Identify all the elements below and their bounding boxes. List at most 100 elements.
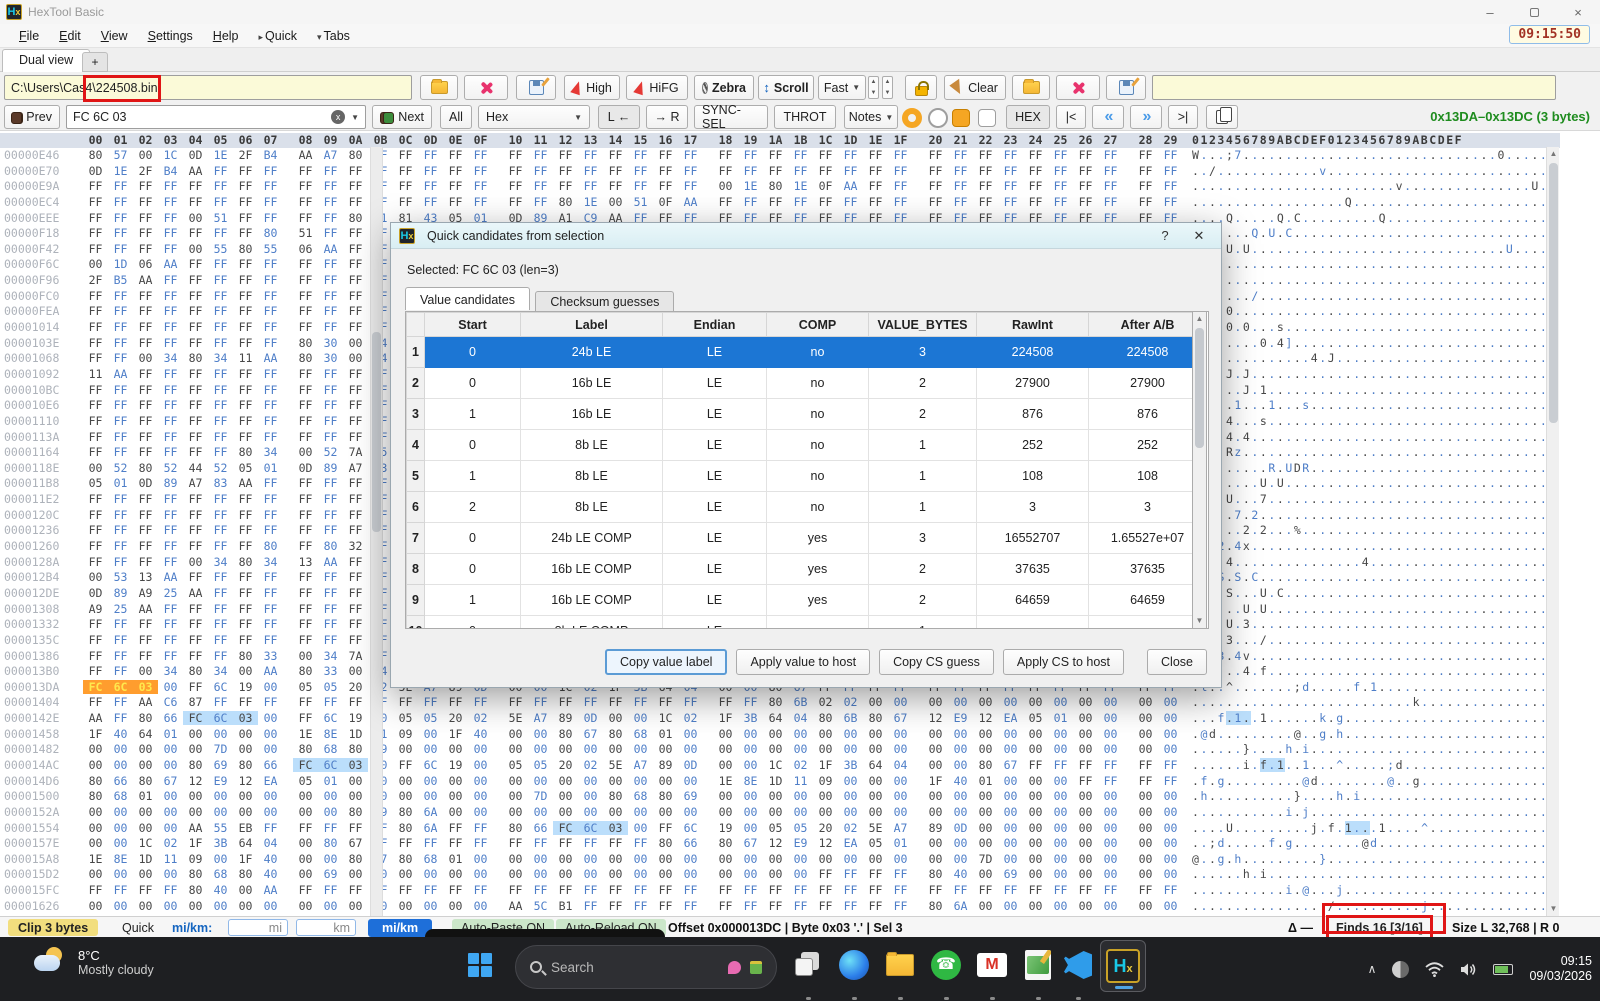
hex-row[interactable]: 0000152A000000000000000000008069806A0000… [0,805,1560,821]
taskbar-search[interactable]: Search [515,945,777,989]
hex-row[interactable]: 00000E468057001C0D1E2FB4AAA780FFFFFFFFFF… [0,148,1560,164]
mi-input[interactable]: mi [228,919,288,936]
chevron-down-icon[interactable]: ▼ [351,113,359,122]
dialog-scrollbar[interactable]: ▲ ▼ [1192,311,1207,629]
menu-view[interactable]: View [92,27,137,45]
candidate-row[interactable]: 518b LELEno1108108 [407,461,1207,492]
hex-row[interactable]: 000015A81E8E1D1109001F400000806780680100… [0,852,1560,868]
file-path-input[interactable]: C:\Users\Cas4\224508.bin [4,75,412,100]
hex-row[interactable]: 0000155400000000AA55EBFFFFFFFFFF806AFFFF… [0,821,1560,837]
hex-row[interactable]: 0000150080680100000000000000000000000000… [0,789,1560,805]
menu-file[interactable]: File [10,27,48,45]
candidate-row[interactable]: 8016b LE COMPLEyes23763537635 [407,554,1207,585]
find-prev-button[interactable]: Prev [4,105,60,129]
hex-row[interactable]: 000014581F406401000000001E8E1D1109001F40… [0,727,1560,743]
hex-row[interactable]: 0000142EAAFF8066FC6C0300FF6C190005052002… [0,711,1560,727]
edge-button[interactable] [836,947,872,983]
scrollbar-thumb[interactable] [1195,328,1204,448]
copy-cs-guess-button[interactable]: Copy CS guess [879,649,994,675]
candidate-row[interactable]: 9116b LE COMPLEyes26465964659 [407,585,1207,616]
notes-dropdown[interactable]: Notes▼ [844,105,898,129]
white-square-toggle[interactable] [978,109,996,127]
menu-settings[interactable]: Settings [139,27,202,45]
high-button[interactable]: High [564,75,620,100]
orange-square-toggle[interactable] [952,109,970,127]
save-file-2-button[interactable] [1106,75,1146,100]
scrollbar-thumb[interactable] [372,332,381,532]
search-input[interactable]: FC 6C 03 x ▼ [66,105,366,129]
task-view-button[interactable] [790,947,826,983]
orange-ring-indicator[interactable] [902,108,922,128]
apply-cs-to-host-button[interactable]: Apply CS to host [1003,649,1124,675]
maximize-button[interactable] [1512,0,1556,24]
spinner-b[interactable]: ▲▼ [882,76,893,99]
go-first-button[interactable]: |< [1056,105,1086,129]
volume-icon[interactable] [1460,962,1477,977]
candidates-table[interactable]: StartLabelEndianCOMPVALUE_BYTESRawIntAft… [405,311,1209,629]
hex-row[interactable]: 00001404FFFFAAC687FFFFFFFFFFFFFFFFFFFFFF… [0,695,1560,711]
hex-left-scrollbar[interactable] [370,147,383,916]
find-next-button[interactable]: Next [372,105,432,129]
tab-checksum-guesses[interactable]: Checksum guesses [535,291,674,312]
open-file-2-button[interactable] [1012,75,1050,100]
tray-expand-icon[interactable]: ∧ [1368,962,1377,976]
tab-add-button[interactable]: + [82,52,108,72]
copy-right-button[interactable]: → R [646,105,688,129]
save-file-button[interactable] [516,75,556,100]
hextool-taskbar-button[interactable]: Hx [1100,940,1146,992]
gmail-button[interactable]: M [974,947,1010,983]
mode-dropdown[interactable]: Hex▼ [478,105,590,129]
close-file-button[interactable] [464,75,508,100]
scrollbar-thumb[interactable] [1549,163,1558,423]
candidate-row[interactable]: 3116b LELEno2876876 [407,399,1207,430]
candidate-row[interactable]: 408b LELEno1252252 [407,430,1207,461]
clear-search-icon[interactable]: x [331,110,345,124]
spinner-a[interactable]: ▲▼ [868,76,879,99]
hex-mode-button[interactable]: HEX [1006,105,1050,129]
go-last-button[interactable]: >| [1168,105,1198,129]
scroll-up-icon[interactable]: ▲ [1547,147,1560,161]
battery-icon[interactable] [1493,964,1513,975]
hex-right-scrollbar[interactable]: ▲ ▼ [1546,147,1559,916]
hex-row[interactable]: 000015FCFFFFFFFF804000AAFFFFFFFFFFFFFFFF… [0,883,1560,899]
hex-row[interactable]: 00000E700D1E2FB4AAFFFFFFFFFFFFFFFFFFFFFF… [0,164,1560,180]
copy-value-label-button[interactable]: Copy value label [605,649,727,675]
start-button[interactable] [462,947,498,983]
zebra-button[interactable]: Zebra [694,75,754,100]
open-file-button[interactable] [420,75,458,100]
unit-toggle-button[interactable]: mi/km [368,919,432,937]
dialog-close-button[interactable]: ✕ [1185,228,1213,244]
candidate-row[interactable]: 628b LELEno133 [407,492,1207,523]
close-dialog-button[interactable]: Close [1147,649,1207,675]
menu-quick[interactable]: ▸Quick [250,27,306,45]
hex-row[interactable]: 0000148200000000007D00008068806900000000… [0,742,1560,758]
throt-button[interactable]: THROT [774,105,836,129]
tab-dual-view[interactable]: Dual view [2,49,90,72]
aux-path-input[interactable] [1152,75,1556,100]
minimize-button[interactable]: – [1468,0,1512,24]
lock-button[interactable] [905,75,937,100]
notes-app-button[interactable] [1020,947,1056,983]
hifg-button[interactable]: HiFG [626,75,688,100]
theme-icon[interactable] [1392,961,1409,978]
white-ring-indicator[interactable] [928,108,948,128]
close-file-2-button[interactable] [1056,75,1100,100]
weather-widget[interactable]: 8°C Mostly cloudy [34,947,154,977]
scroll-down-icon[interactable]: ▼ [1193,614,1206,628]
hex-row[interactable]: 000014D68066806712E912EA0501000000000000… [0,774,1560,790]
copy-left-button[interactable]: L ← [598,105,640,129]
forward-button[interactable]: » [1130,105,1162,129]
scroll-down-icon[interactable]: ▼ [1547,902,1560,916]
candidate-row[interactable]: 1024b LELEno3224508224508 [407,337,1207,368]
menu-tabs[interactable]: ▾Tabs [308,27,359,45]
sync-sel-button[interactable]: SYNC-SEL [694,105,768,129]
hex-row[interactable]: 000014AC0000000080698066FC6C0300FF6C1900… [0,758,1560,774]
hex-row[interactable]: 00000EC4FFFFFFFFFFFFFFFFFFFFFFFFFFFFFFFF… [0,195,1560,211]
close-button[interactable]: × [1556,0,1600,24]
fast-dropdown[interactable]: Fast▼ [818,75,866,100]
whatsapp-button[interactable]: ☎ [928,947,964,983]
scroll-up-icon[interactable]: ▲ [1193,312,1206,326]
hex-row[interactable]: 0000157E00001C021F3B6404008067FFFFFFFFFF… [0,836,1560,852]
copy-selection-button[interactable] [1206,105,1238,129]
apply-value-to-host-button[interactable]: Apply value to host [736,649,870,675]
